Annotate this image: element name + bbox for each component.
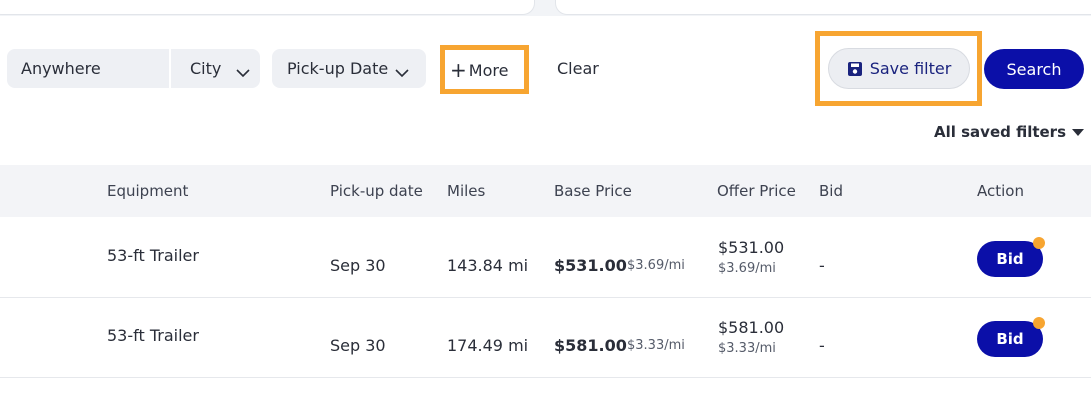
clear-button[interactable]: Clear [557,59,599,78]
pickup-date-cell: Sep 30 [330,336,386,355]
bid-cell: - [819,336,825,355]
table-header: Equipment Pick-up date Miles Base Price … [0,165,1091,217]
offer-price-cell: $581.00 [718,318,785,337]
base-rate-cell: $3.69/mi [627,258,685,273]
location-filter[interactable]: Anywhere City [7,49,260,88]
base-rate-cell: $3.33/mi [627,338,685,353]
search-button[interactable]: Search [984,49,1084,89]
more-button[interactable]: + More [450,55,508,85]
top-input-left[interactable] [0,0,535,15]
chevron-down-icon[interactable] [236,63,250,82]
offer-price-cell: $531.00 [718,238,785,257]
base-price-cell: $531.00 [554,256,627,275]
header-action: Action [977,182,1024,200]
pickup-date-label[interactable]: Pick-up Date [287,59,388,78]
saved-filters-label: All saved filters [934,123,1067,141]
notification-dot [1033,237,1045,249]
offer-rate-cell: $3.69/mi [718,261,776,276]
table-row: 53-ft Trailer Sep 30 143.84 mi $531.00 $… [0,218,1091,298]
equipment-cell: 53-ft Trailer [107,326,199,345]
equipment-cell: 53-ft Trailer [107,246,199,265]
chevron-down-icon[interactable] [395,63,409,82]
location-divider [169,49,171,88]
all-saved-filters-dropdown[interactable]: All saved filters [934,123,1085,141]
bid-cell: - [819,256,825,275]
header-base-price: Base Price [554,182,632,200]
header-miles: Miles [447,182,486,200]
more-label: More [468,60,509,80]
anywhere-label[interactable]: Anywhere [21,59,101,78]
pickup-date-cell: Sep 30 [330,256,386,275]
top-input-right[interactable] [555,0,1091,15]
plus-icon: + [450,58,467,82]
caret-down-icon [1072,128,1085,136]
miles-cell: 174.49 mi [447,336,529,355]
notification-dot [1033,317,1045,329]
save-filter-button[interactable]: Save filter [828,48,970,89]
city-label[interactable]: City [190,59,221,78]
pickup-date-filter[interactable]: Pick-up Date [272,49,426,88]
header-offer-price: Offer Price [717,182,796,200]
offer-rate-cell: $3.33/mi [718,341,776,356]
miles-cell: 143.84 mi [447,256,529,275]
header-equipment: Equipment [107,182,189,200]
header-pickup-date: Pick-up date [330,182,423,200]
save-filter-label: Save filter [869,59,952,78]
table-row: 53-ft Trailer Sep 30 174.49 mi $581.00 $… [0,298,1091,378]
floppy-disk-icon [847,61,863,77]
base-price-cell: $581.00 [554,336,627,355]
header-bid: Bid [819,182,843,200]
